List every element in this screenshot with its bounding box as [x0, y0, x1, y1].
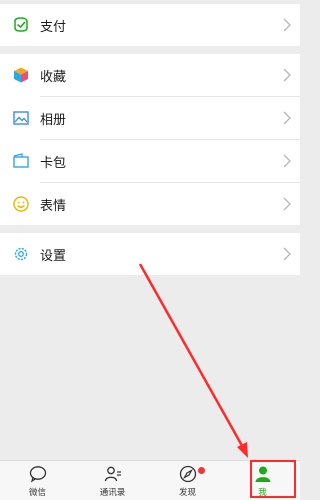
menu-item-pay[interactable]: 支付 [0, 4, 300, 46]
menu-item-stickers[interactable]: 表情 [0, 183, 300, 225]
menu-item-label: 支付 [40, 19, 67, 35]
tab-discover[interactable]: 发现 [158, 462, 218, 500]
chevron-right-icon [282, 197, 292, 211]
menu-item-album[interactable]: 相册 [0, 97, 300, 139]
menu-group-main: 收藏 相册 卡包 表情 [0, 54, 300, 225]
tab-label: 发现 [178, 487, 196, 498]
annotation-highlight-box [250, 460, 296, 498]
bottom-tab-bar: 微信 通讯录 发现 我 [0, 460, 300, 500]
menu-item-cards[interactable]: 卡包 [0, 140, 300, 182]
chevron-right-icon [282, 18, 292, 32]
wallet-check-icon [12, 16, 30, 34]
gear-icon [12, 245, 30, 263]
photo-icon [12, 109, 30, 127]
menu-item-label: 设置 [40, 248, 67, 264]
menu-item-label: 相册 [40, 112, 67, 128]
menu-group-payment: 支付 [0, 4, 300, 46]
notification-dot [196, 465, 206, 475]
menu-item-label: 卡包 [40, 155, 67, 171]
menu-group-settings: 设置 [0, 233, 300, 275]
section-gap [0, 225, 300, 233]
menu-item-label: 收藏 [40, 69, 67, 85]
menu-item-settings[interactable]: 设置 [0, 233, 300, 275]
section-gap [0, 46, 300, 54]
menu-container: 支付 收藏 相册 卡包 表情 设置 [0, 0, 300, 275]
tab-chats[interactable]: 微信 [8, 462, 68, 500]
smile-icon [12, 195, 30, 213]
chevron-right-icon [282, 154, 292, 168]
chevron-right-icon [282, 111, 292, 125]
chevron-right-icon [282, 68, 292, 82]
menu-item-favorites[interactable]: 收藏 [0, 54, 300, 96]
menu-item-label: 表情 [40, 198, 67, 214]
cube-icon [12, 66, 30, 84]
compass-icon [178, 464, 198, 484]
chat-bubble-icon [28, 464, 48, 484]
tab-label: 微信 [28, 487, 46, 498]
tab-contacts[interactable]: 通讯录 [83, 462, 143, 500]
tab-label: 通讯录 [99, 487, 126, 498]
contacts-icon [103, 464, 123, 484]
chevron-right-icon [282, 247, 292, 261]
card-wallet-icon [12, 152, 30, 170]
